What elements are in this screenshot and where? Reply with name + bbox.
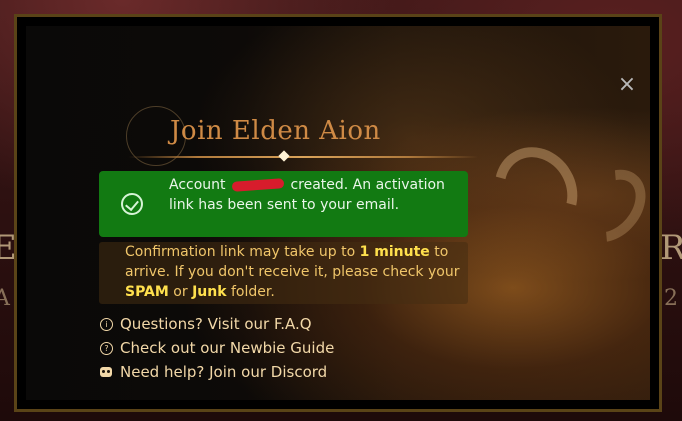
- discord-link[interactable]: Need help? Join our Discord: [100, 360, 334, 384]
- success-message: Account created. An activation link has …: [169, 175, 459, 215]
- help-icon: ?: [100, 341, 113, 355]
- info-highlight-junk: Junk: [192, 284, 227, 300]
- modal-frame: × Join Elden Aion Account created. An ac…: [14, 14, 662, 412]
- discord-link-label: Need help? Join our Discord: [120, 363, 328, 381]
- info-text-3: or: [168, 284, 193, 300]
- modal: × Join Elden Aion Account created. An ac…: [17, 17, 659, 409]
- faq-link[interactable]: i Questions? Visit our F.A.Q: [100, 312, 334, 336]
- title-block: Join Elden Aion: [112, 106, 492, 166]
- info-notice: Confirmation link may take up to 1 minut…: [99, 242, 468, 304]
- background-right-letter-2: 2: [664, 286, 678, 311]
- info-text-1: Confirmation link may take up to: [125, 244, 360, 260]
- check-circle-icon: [121, 193, 143, 215]
- info-highlight-time: 1 minute: [359, 244, 430, 260]
- divider-diamond-icon: [278, 150, 290, 162]
- discord-icon: [100, 367, 112, 377]
- modal-title: Join Elden Aion: [170, 116, 381, 146]
- success-alert: Account created. An activation link has …: [99, 171, 468, 237]
- title-divider: [128, 156, 478, 158]
- help-links: i Questions? Visit our F.A.Q ? Check out…: [100, 312, 334, 384]
- info-icon: i: [100, 317, 113, 331]
- info-message: Confirmation link may take up to 1 minut…: [125, 242, 465, 302]
- background-left-letter-2: A: [0, 286, 10, 311]
- newbie-guide-link[interactable]: ? Check out our Newbie Guide: [100, 336, 334, 360]
- info-highlight-spam: SPAM: [125, 284, 169, 300]
- background-right-letter: R: [660, 228, 682, 268]
- redacted-username: [231, 178, 285, 192]
- success-prefix: Account: [169, 177, 226, 193]
- close-button[interactable]: ×: [616, 74, 638, 96]
- faq-link-label: Questions? Visit our F.A.Q: [120, 315, 312, 333]
- newbie-guide-link-label: Check out our Newbie Guide: [120, 339, 335, 357]
- info-text-4: folder.: [226, 284, 275, 300]
